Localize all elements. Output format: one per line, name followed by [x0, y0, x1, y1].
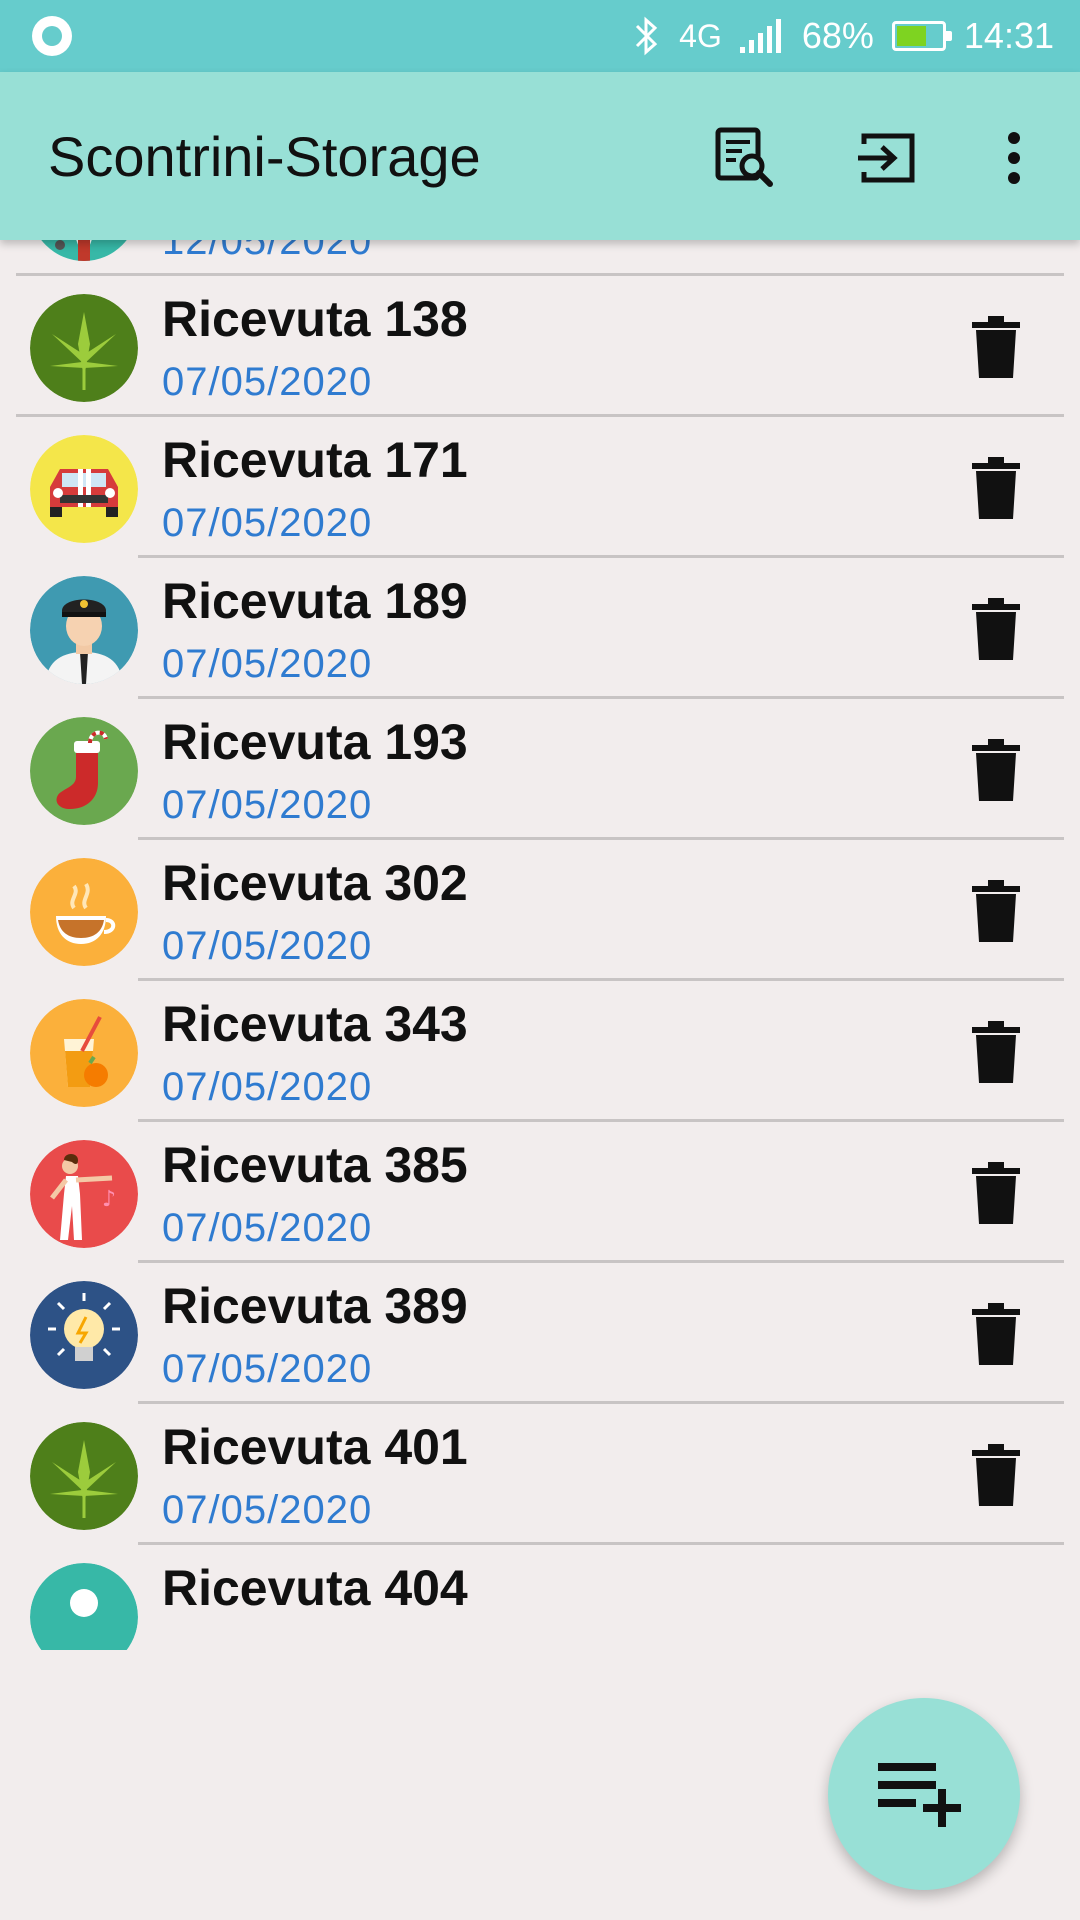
- receipt-title: Ricevuta 343: [162, 996, 468, 1052]
- receipt-title: Ricevuta 389: [162, 1278, 468, 1334]
- app-bar: Scontrini-Storage: [0, 72, 1080, 240]
- receipt-date: 07/05/2020: [162, 1065, 373, 1109]
- receipt-date: 07/05/2020: [162, 924, 373, 968]
- overflow-menu-button[interactable]: [978, 122, 1050, 194]
- avatar-dancer-icon: ♪: [30, 1140, 138, 1248]
- avatar-leaf-icon: [30, 294, 138, 402]
- avatar-leaf-icon: [30, 1422, 138, 1530]
- delete-icon[interactable]: [968, 316, 1024, 380]
- list-item[interactable]: ♪ Ricevuta 385 07/05/2020: [0, 1122, 1080, 1263]
- battery-percent: 68%: [801, 15, 874, 56]
- signal-icon: [739, 19, 784, 53]
- list-item[interactable]: Ricevuta 189 07/05/2020: [0, 558, 1080, 699]
- list-item[interactable]: Ricevuta 171 07/05/2020: [0, 417, 1080, 558]
- playlist-add-icon: [878, 1763, 961, 1827]
- search-document-icon: [715, 127, 773, 187]
- add-receipt-button[interactable]: [828, 1698, 1020, 1890]
- avatar-juice-icon: [30, 999, 138, 1107]
- delete-icon[interactable]: [968, 1162, 1024, 1226]
- receipt-date: 07/05/2020: [162, 1206, 373, 1250]
- list-item[interactable]: Ricevuta 302 07/05/2020: [0, 840, 1080, 981]
- avatar-bulb-icon: [30, 1281, 138, 1389]
- export-icon: [858, 133, 915, 183]
- delete-icon[interactable]: [968, 739, 1024, 803]
- status-bar: 4G 68% 14:31: [0, 0, 1080, 72]
- receipt-title: Ricevuta 171: [162, 432, 468, 488]
- status-right: 4G 68% 14:31: [631, 0, 1054, 72]
- list-item[interactable]: Ricevuta 343 07/05/2020: [0, 981, 1080, 1122]
- delete-icon[interactable]: [968, 880, 1024, 944]
- list-item[interactable]: Ricevuta 389 07/05/2020: [0, 1263, 1080, 1404]
- receipt-title: Ricevuta 404: [162, 1560, 468, 1616]
- receipt-title: Ricevuta 138: [162, 291, 468, 347]
- avatar-pilot-icon: [30, 576, 138, 684]
- bluetooth-icon: [631, 16, 661, 56]
- receipt-title: Ricevuta 302: [162, 855, 468, 911]
- export-button[interactable]: [852, 122, 924, 194]
- search-receipts-button[interactable]: [708, 122, 780, 194]
- receipt-date: 07/05/2020: [162, 783, 373, 827]
- avatar-doctor-icon: [30, 240, 138, 261]
- delete-icon[interactable]: [968, 457, 1024, 521]
- receipt-title: Ricevuta 189: [162, 573, 468, 629]
- list-item[interactable]: 12/05/2020: [0, 240, 1080, 276]
- avatar-tea-icon: [30, 858, 138, 966]
- network-type: 4G: [679, 17, 722, 54]
- receipt-date: 07/05/2020: [162, 1488, 373, 1532]
- clock: 14:31: [963, 15, 1054, 56]
- receipt-date: 12/05/2020: [162, 240, 373, 263]
- list-item[interactable]: Ricevuta 404: [0, 1545, 1080, 1650]
- avatar-stocking-icon: [30, 717, 138, 825]
- delete-icon[interactable]: [968, 1021, 1024, 1085]
- delete-icon[interactable]: [968, 1444, 1024, 1508]
- list-item[interactable]: Ricevuta 401 07/05/2020: [0, 1404, 1080, 1545]
- receipt-date: 07/05/2020: [162, 360, 373, 404]
- svg-text:♪: ♪: [102, 1187, 116, 1212]
- more-vert-icon: [1008, 132, 1020, 184]
- receipt-title: Ricevuta 193: [162, 714, 468, 770]
- battery-icon: [891, 21, 952, 51]
- avatar-teal-icon: [30, 1563, 138, 1650]
- receipt-date: 07/05/2020: [162, 501, 373, 545]
- receipt-title: Ricevuta 385: [162, 1137, 468, 1193]
- avatar-car-icon: [30, 435, 138, 543]
- delete-icon[interactable]: [968, 1303, 1024, 1367]
- list-item[interactable]: Ricevuta 138 07/05/2020: [0, 276, 1080, 417]
- delete-icon[interactable]: [968, 598, 1024, 662]
- receipt-date: 07/05/2020: [162, 642, 373, 686]
- app-title: Scontrini-Storage: [48, 125, 481, 188]
- receipt-title: Ricevuta 401: [162, 1419, 468, 1475]
- receipt-date: 07/05/2020: [162, 1347, 373, 1391]
- receipt-list[interactable]: 12/05/2020 Ricevuta 138 07/05/2020 Ricev…: [0, 240, 1080, 1650]
- notification-ring-icon: [32, 16, 72, 56]
- list-item[interactable]: Ricevuta 193 07/05/2020: [0, 699, 1080, 840]
